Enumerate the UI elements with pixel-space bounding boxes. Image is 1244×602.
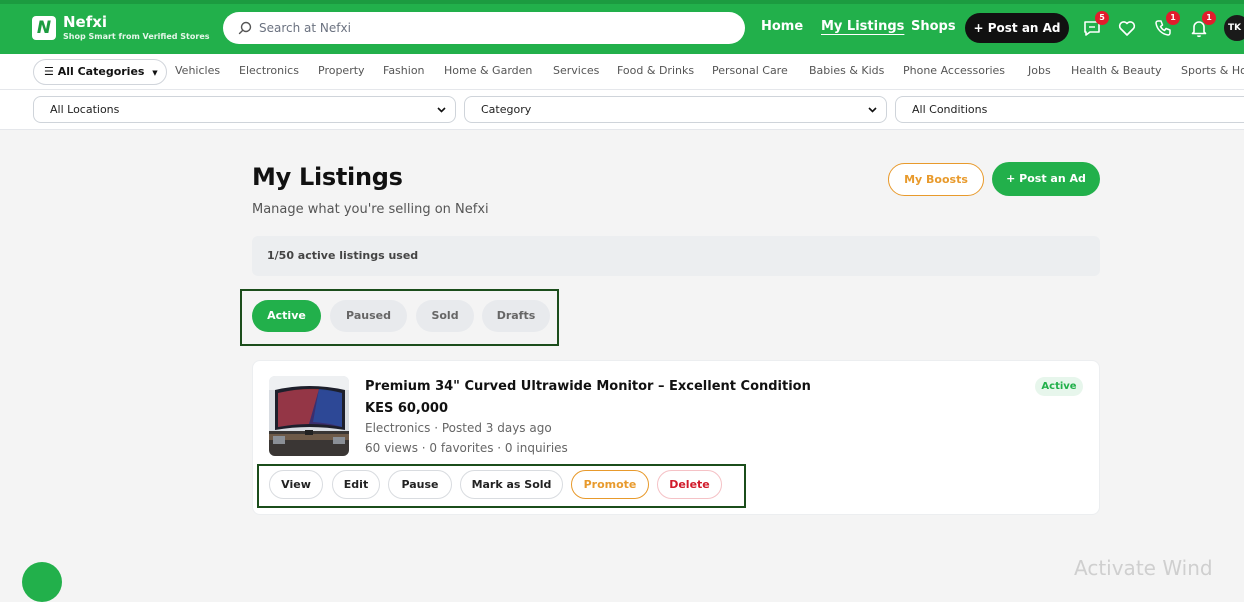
search-icon — [238, 21, 252, 35]
messages-button[interactable]: 5 — [1081, 11, 1109, 39]
category-link[interactable]: Vehicles — [175, 64, 220, 77]
status-badge: Active — [1035, 377, 1083, 396]
category-link[interactable]: Babies & Kids — [809, 64, 884, 77]
tab-active[interactable]: Active — [252, 300, 321, 332]
tab-sold[interactable]: Sold — [416, 300, 474, 332]
listing-title[interactable]: Premium 34" Curved Ultrawide Monitor – E… — [365, 379, 811, 394]
os-activation-watermark: Activate Wind — [1074, 556, 1213, 580]
view-button[interactable]: View — [269, 470, 323, 499]
page-subtitle: Manage what you're selling on Nefxi — [252, 202, 489, 217]
my-boosts-button[interactable]: My Boosts — [888, 163, 984, 196]
favorites-button[interactable] — [1116, 17, 1138, 39]
category-link[interactable]: Personal Care — [712, 64, 788, 77]
category-select[interactable]: Category — [464, 96, 887, 123]
location-select-value: All Locations — [50, 103, 120, 116]
post-ad-header-button[interactable]: + Post an Ad — [965, 13, 1069, 43]
promote-button[interactable]: Promote — [571, 470, 649, 499]
listing-meta: Electronics · Posted 3 days ago — [365, 421, 552, 435]
tab-paused[interactable]: Paused — [330, 300, 407, 332]
heart-icon — [1118, 21, 1136, 36]
chevron-down-icon — [437, 107, 446, 113]
mark-as-sold-button[interactable]: Mark as Sold — [460, 470, 563, 499]
location-select[interactable]: All Locations — [33, 96, 456, 123]
nav-shops[interactable]: Shops — [911, 19, 956, 34]
listing-stats: 60 views · 0 favorites · 0 inquiries — [365, 441, 568, 455]
calls-badge: 1 — [1166, 11, 1180, 25]
brand-tagline: Shop Smart from Verified Stores — [63, 32, 210, 41]
messages-badge: 5 — [1095, 11, 1109, 25]
category-link[interactable]: Property — [318, 64, 365, 77]
post-ad-button[interactable]: + Post an Ad — [992, 162, 1100, 196]
listing-price: KES 60,000 — [365, 401, 449, 416]
category-link[interactable]: Fashion — [383, 64, 425, 77]
condition-select-value: All Conditions — [912, 103, 988, 116]
edit-button[interactable]: Edit — [332, 470, 380, 499]
logo-icon[interactable]: N — [32, 16, 56, 40]
search-input[interactable] — [259, 18, 729, 38]
category-link[interactable]: Health & Beauty — [1071, 64, 1162, 77]
tab-drafts[interactable]: Drafts — [482, 300, 550, 332]
category-link[interactable]: Jobs — [1028, 64, 1051, 77]
category-link[interactable]: Sports & Ho — [1181, 64, 1244, 77]
notifications-badge: 1 — [1202, 11, 1216, 25]
category-select-value: Category — [481, 103, 532, 116]
caret-down-icon: ▼ — [152, 69, 158, 77]
page-title: My Listings — [252, 163, 403, 191]
category-link[interactable]: Services — [553, 64, 599, 77]
category-link[interactable]: Electronics — [239, 64, 299, 77]
avatar[interactable]: TK — [1222, 13, 1244, 43]
delete-button[interactable]: Delete — [657, 470, 722, 499]
chevron-down-icon — [868, 107, 877, 113]
category-link[interactable]: Food & Drinks — [617, 64, 694, 77]
listing-thumbnail[interactable] — [269, 376, 349, 456]
condition-select[interactable]: All Conditions — [895, 96, 1244, 123]
filter-bar: All Locations Category All Conditions — [0, 90, 1244, 130]
nav-my-listings[interactable]: My Listings — [821, 19, 904, 34]
listing-usage-banner: 1/50 active listings used — [252, 236, 1100, 276]
category-link[interactable]: Phone Accessories — [903, 64, 1005, 77]
search-bar[interactable] — [223, 12, 745, 44]
monitor-photo — [269, 376, 349, 456]
floating-action-button[interactable] — [22, 562, 62, 602]
brand-name[interactable]: Nefxi — [63, 13, 107, 31]
notifications-button[interactable]: 1 — [1188, 11, 1216, 39]
pause-button[interactable]: Pause — [388, 470, 452, 499]
menu-icon: ☰ — [44, 65, 54, 78]
all-categories-dropdown[interactable]: ☰ All Categories ▼ — [33, 59, 167, 85]
nav-home[interactable]: Home — [761, 19, 803, 34]
category-link[interactable]: Home & Garden — [444, 64, 532, 77]
header-accent-strip — [0, 0, 1244, 4]
calls-button[interactable]: 1 — [1152, 11, 1180, 39]
category-bar: ☰ All Categories ▼ Vehicles Electronics … — [0, 54, 1244, 90]
all-categories-label: All Categories — [57, 65, 145, 78]
